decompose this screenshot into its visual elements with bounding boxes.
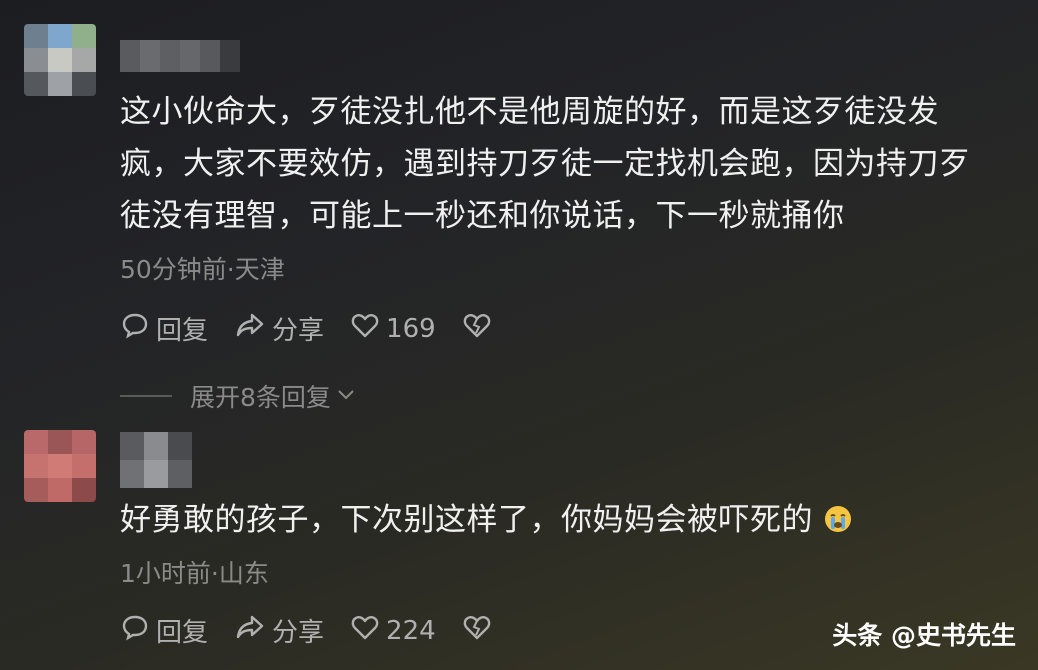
dislike-button[interactable]	[462, 310, 498, 347]
share-label: 分享	[272, 316, 325, 346]
like-count: 224	[386, 615, 436, 646]
username[interactable]	[120, 40, 240, 72]
comment-bubble-icon	[120, 612, 156, 649]
reply-button[interactable]: 回复	[120, 310, 208, 347]
comment-item: 这小伙命大，歹徒没扎他不是他周旋的好，而是这歹徒没发疯，大家不要效仿，遇到持刀歹…	[0, 0, 1038, 370]
comment-bubble-icon	[120, 310, 156, 347]
username[interactable]	[120, 432, 192, 488]
share-arrow-icon	[234, 612, 272, 649]
share-button[interactable]: 分享	[234, 612, 324, 649]
reply-button[interactable]: 回复	[120, 612, 208, 649]
reply-label: 回复	[156, 316, 209, 346]
reply-label: 回复	[156, 618, 209, 648]
comment-meta: 1小时前·山东	[120, 559, 269, 588]
comment-text: 好勇敢的孩子，下次别这样了，你妈妈会被吓死的	[120, 494, 1000, 546]
share-arrow-icon	[234, 310, 272, 347]
like-count: 169	[386, 313, 436, 344]
broken-heart-icon	[462, 612, 498, 649]
avatar[interactable]	[24, 430, 96, 502]
share-label: 分享	[272, 618, 325, 648]
comment-meta: 50分钟前·天津	[120, 255, 285, 284]
comment-text: 这小伙命大，歹徒没扎他不是他周旋的好，而是这歹徒没发疯，大家不要效仿，遇到持刀歹…	[120, 94, 971, 234]
comment-actions: 回复 分享 224	[120, 612, 524, 649]
divider-line	[120, 395, 172, 397]
expand-replies-label: 展开8条回复	[190, 383, 331, 412]
avatar[interactable]	[24, 24, 96, 96]
like-button[interactable]: 169	[350, 310, 436, 347]
dislike-button[interactable]	[462, 612, 498, 649]
expand-replies-button[interactable]: 展开8条回复	[120, 378, 357, 414]
comment-actions: 回复 分享 169	[120, 310, 524, 347]
crying-face-icon	[823, 498, 853, 532]
heart-icon	[350, 310, 386, 347]
watermark: 头条 @史书先生	[832, 621, 1016, 650]
heart-icon	[350, 612, 386, 649]
share-button[interactable]: 分享	[234, 310, 324, 347]
chevron-down-icon	[335, 382, 357, 411]
comment-text-body: 好勇敢的孩子，下次别这样了，你妈妈会被吓死的	[120, 502, 813, 538]
like-button[interactable]: 224	[350, 612, 436, 649]
broken-heart-icon	[462, 310, 498, 347]
